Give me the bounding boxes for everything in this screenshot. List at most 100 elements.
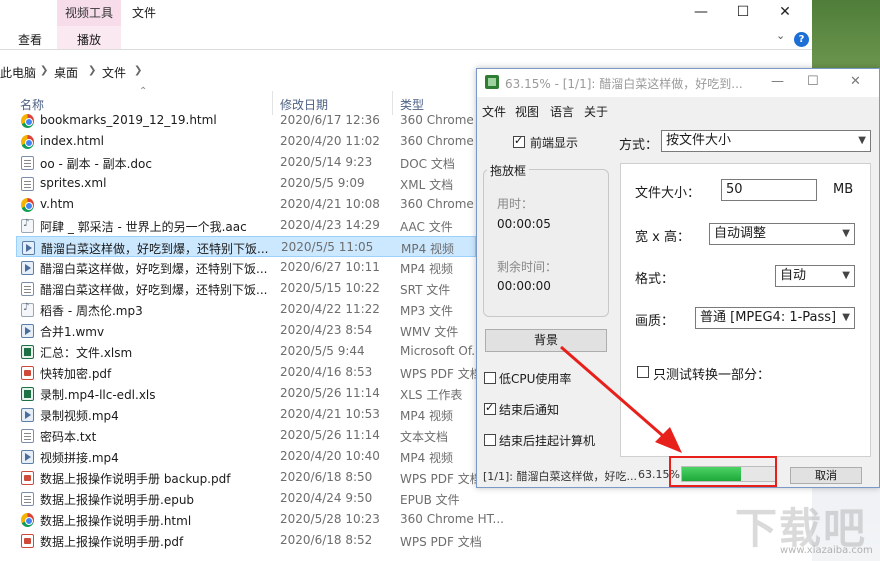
file-name: 合并1.wmv <box>40 325 105 339</box>
tab-play[interactable]: 播放 <box>77 31 101 48</box>
chevron-right-icon: ❯ <box>134 65 143 76</box>
hibernate-checkbox[interactable] <box>484 434 496 446</box>
file-date: 2020/6/18 8:50 <box>280 470 373 484</box>
file-type: MP4 视频 <box>400 262 454 276</box>
close-button[interactable]: ✕ <box>850 74 861 89</box>
chrome-file-icon <box>21 513 34 527</box>
app-icon <box>485 75 499 89</box>
tab-video-tools[interactable]: 视频工具 <box>57 0 121 26</box>
file-name: v.htm <box>40 197 74 211</box>
breadcrumb-desktop[interactable]: 桌面 <box>54 64 78 81</box>
minimize-button[interactable]: — <box>771 74 784 89</box>
file-name: 密码本.txt <box>40 430 97 444</box>
video-file-icon <box>21 261 34 275</box>
file-date: 2020/6/18 8:52 <box>280 533 373 547</box>
size-unit: MB <box>833 182 854 197</box>
background-button[interactable]: 背景 <box>485 329 607 352</box>
menu-view[interactable]: 视图 <box>515 103 539 120</box>
file-row[interactable]: 数据上报操作说明手册.epub 2020/4/24 9:50 EPUB 文件 <box>16 488 476 509</box>
low-cpu-checkbox[interactable] <box>484 372 496 384</box>
file-name: 醋溜白菜这样做，好吃到爆，还特别下饭... <box>41 242 269 256</box>
file-row[interactable]: 阿肆 _ 郭采洁 - 世界上的另一个我.aac 2020/4/23 14:29 AA… <box>16 215 476 236</box>
video-file-icon <box>21 408 34 422</box>
file-date: 2020/5/28 10:23 <box>280 512 380 526</box>
cancel-button[interactable]: 取消 <box>790 467 862 484</box>
file-date: 2020/4/21 10:53 <box>280 407 380 421</box>
breadcrumb[interactable]: 此电脑 ❯ 桌面 ❯ 文件 ❯ <box>0 60 470 82</box>
front-display-checkbox[interactable] <box>513 134 525 148</box>
tab-file[interactable]: 文件 <box>132 4 156 21</box>
chevron-down-icon: ▼ <box>858 135 866 146</box>
remaining-label: 剩余时间： <box>497 260 558 274</box>
file-row[interactable]: 醋溜白菜这样做，好吃到爆，还特别下饭... 2020/5/15 10:22 SRT … <box>16 278 476 299</box>
file-type: Microsoft Of... <box>400 344 483 358</box>
chevron-down-icon[interactable]: ⌄ <box>776 29 785 42</box>
test-part-checkbox[interactable] <box>637 366 649 378</box>
file-date: 2020/5/14 9:23 <box>280 155 373 169</box>
elapsed-label: 用时： <box>497 197 534 211</box>
file-row[interactable]: v.htm 2020/4/21 10:08 360 Chrome HT... <box>16 194 504 215</box>
remaining-value: 00:00:00 <box>497 279 551 293</box>
notify-done-checkbox[interactable] <box>484 401 496 415</box>
menu-language[interactable]: 语言 <box>550 103 574 120</box>
file-row[interactable]: 快转加密.pdf 2020/4/16 8:53 WPS PDF 文档 <box>16 362 482 383</box>
video-file-icon <box>21 324 34 338</box>
dialog-titlebar[interactable]: 63.15% - [1/1]: 醋溜白菜这样做，好吃到... — ☐ ✕ <box>477 69 879 97</box>
file-name: 数据上报操作说明手册.pdf <box>40 535 184 549</box>
file-row[interactable]: index.html 2020/4/20 11:02 360 Chrome HT..… <box>16 131 504 152</box>
minimize-button[interactable]: — <box>690 3 712 21</box>
file-row[interactable]: 录制.mp4-llc-edl.xls 2020/5/26 11:14 XLS 工作表 <box>16 383 476 404</box>
file-row[interactable]: 汇总：文件.xlsm 2020/5/5 9:44 Microsoft Of... <box>16 341 483 362</box>
mode-select[interactable]: 按文件大小 ▼ <box>661 130 871 152</box>
file-name: 阿肆 _ 郭采洁 - 世界上的另一个我.aac <box>40 220 247 234</box>
file-date: 2020/5/5 9:09 <box>280 176 365 190</box>
breadcrumb-folder[interactable]: 文件 <box>102 64 126 81</box>
file-name: sprites.xml <box>40 176 107 190</box>
file-row[interactable]: 数据上报操作说明手册.html 2020/5/28 10:23 360 Chrome… <box>16 509 504 530</box>
chevron-down-icon: ▼ <box>842 228 850 239</box>
file-row[interactable]: 密码本.txt 2020/5/26 11:14 文本文档 <box>16 425 476 446</box>
tab-view[interactable]: 查看 <box>18 31 42 48</box>
format-select[interactable]: 自动 ▼ <box>775 265 855 287</box>
menu-about[interactable]: 关于 <box>584 103 608 120</box>
ribbon-row <box>0 26 812 50</box>
file-row[interactable]: 醋溜白菜这样做，好吃到爆，还特别下饭... 2020/6/27 10:11 MP4 … <box>16 257 476 278</box>
dialog-menubar: 文件 视图 语言 关于 <box>477 99 879 121</box>
close-button[interactable]: ✕ <box>774 3 796 21</box>
file-name: index.html <box>40 134 104 148</box>
doc-file-icon <box>21 156 34 170</box>
file-type: WPS PDF 文档 <box>400 367 482 381</box>
file-name: 醋溜白菜这样做，好吃到爆，还特别下饭... <box>40 262 268 276</box>
file-row[interactable]: 合并1.wmv 2020/4/23 8:54 WMV 文件 <box>16 320 476 341</box>
file-name: 数据上报操作说明手册 backup.pdf <box>40 472 231 486</box>
hibernate-label: 结束后挂起计算机 <box>499 434 596 448</box>
file-date: 2020/4/20 10:40 <box>280 449 380 463</box>
maximize-button[interactable]: ☐ <box>732 3 754 21</box>
file-row[interactable]: 录制视频.mp4 2020/4/21 10:53 MP4 视频 <box>16 404 476 425</box>
help-icon[interactable]: ? <box>794 32 809 47</box>
file-type: XML 文档 <box>400 178 454 192</box>
file-date: 2020/5/5 9:44 <box>280 344 365 358</box>
file-type: WPS PDF 文档 <box>400 472 482 486</box>
file-row[interactable]: bookmarks_2019_12_19.html 2020/6/17 12:36… <box>16 110 504 131</box>
breadcrumb-this-pc[interactable]: 此电脑 <box>0 64 36 81</box>
size-input[interactable]: 50 <box>721 179 817 201</box>
file-row[interactable]: oo - 副本 - 副本.doc 2020/5/14 9:23 DOC 文档 <box>16 152 476 173</box>
file-row[interactable]: 数据上报操作说明手册 backup.pdf 2020/6/18 8:50 WPS P… <box>16 467 482 488</box>
file-type: 文本文档 <box>400 430 449 444</box>
pdf-file-icon <box>21 534 34 548</box>
quality-select[interactable]: 普通 [MPEG4: 1-Pass] ▼ <box>695 307 855 329</box>
dims-select[interactable]: 自动调整 ▼ <box>709 223 855 245</box>
menu-file[interactable]: 文件 <box>482 103 506 120</box>
file-type: MP4 视频 <box>401 242 455 256</box>
file-type: MP3 文件 <box>400 304 454 318</box>
drop-box[interactable] <box>483 169 609 317</box>
mode-value: 按文件大小 <box>666 133 732 148</box>
file-row[interactable]: 醋溜白菜这样做，好吃到爆，还特别下饭... 2020/5/5 11:05 MP4 视… <box>16 236 476 257</box>
maximize-button[interactable]: ☐ <box>807 74 819 89</box>
file-row[interactable]: 稻香 - 周杰伦.mp3 2020/4/22 11:22 MP3 文件 <box>16 299 476 320</box>
file-row[interactable]: sprites.xml 2020/5/5 9:09 XML 文档 <box>16 173 476 194</box>
file-row[interactable]: 视频拼接.mp4 2020/4/20 10:40 MP4 视频 <box>16 446 476 467</box>
file-row[interactable]: 数据上报操作说明手册.pdf 2020/6/18 8:52 WPS PDF 文档 <box>16 530 482 551</box>
test-part-label: 只测试转换一部分： <box>653 368 771 383</box>
